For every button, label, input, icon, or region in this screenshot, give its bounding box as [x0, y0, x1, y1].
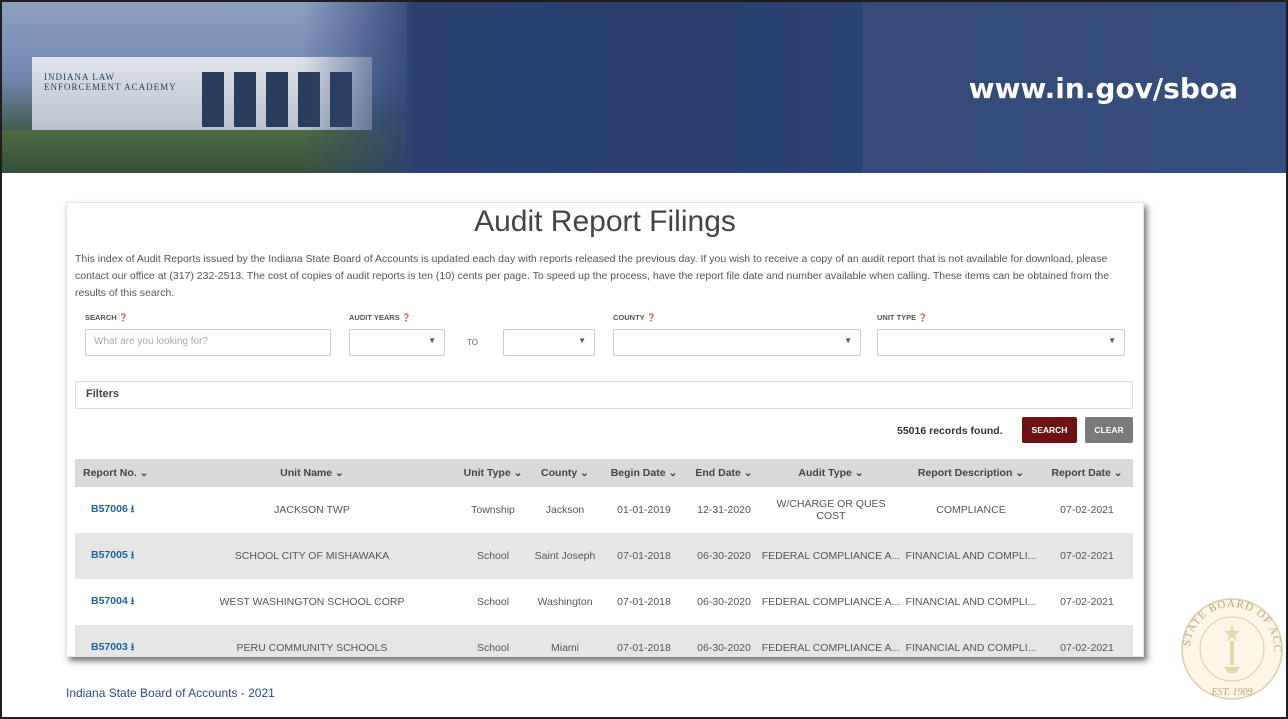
- table-row: B57005 ⭳ SCHOOL CITY OF MISHAWAKA School …: [75, 533, 1133, 579]
- report-link[interactable]: B57004 ⭳: [75, 579, 167, 625]
- results-table: Report No. ⌄ Unit Name ⌄ Unit Type ⌄ Cou…: [75, 459, 1133, 656]
- intro-text: This index of Audit Reports issued by th…: [75, 253, 1110, 299]
- state-board-seal: STATE BOARD OF ACCOUNTS EST. 1909: [1172, 587, 1283, 700]
- county-label: COUNTY ❓: [613, 313, 656, 322]
- col-county[interactable]: County ⌄: [529, 459, 601, 487]
- table-row: B57006 ⭳ JACKSON TWP Township Jackson 01-…: [75, 487, 1133, 533]
- search-button[interactable]: SEARCH: [1022, 417, 1077, 443]
- help-icon: ❓: [918, 313, 928, 322]
- filters-panel[interactable]: Filters: [75, 381, 1133, 409]
- audit-years-label: AUDIT YEARS ❓: [349, 313, 412, 322]
- chevron-down-icon: ▼: [1108, 336, 1116, 345]
- download-icon[interactable]: ⭳: [131, 550, 135, 561]
- audit-year-to-select[interactable]: ▼: [503, 329, 595, 356]
- page-title: Audit Report Filings: [474, 205, 736, 238]
- table-header-row: Report No. ⌄ Unit Name ⌄ Unit Type ⌄ Cou…: [75, 459, 1133, 487]
- county-select[interactable]: ▼: [613, 329, 861, 356]
- col-unit-name[interactable]: Unit Name ⌄: [167, 459, 457, 487]
- chevron-down-icon: ▼: [428, 336, 436, 345]
- unit-type-select[interactable]: ▼: [877, 329, 1125, 356]
- help-icon: ❓: [646, 313, 656, 322]
- report-link[interactable]: B57006 ⭳: [75, 487, 167, 533]
- header-banner: INDIANA LAW ENFORCEMENT ACADEMY www.in.g…: [2, 2, 1286, 173]
- col-report-date[interactable]: Report Date ⌄: [1041, 459, 1133, 487]
- search-input[interactable]: What are you looking for?: [85, 329, 331, 356]
- download-icon[interactable]: ⭳: [131, 642, 135, 653]
- audit-report-screenshot: Audit Report Filings This index of Audit…: [66, 202, 1144, 657]
- records-count: 55016 records found.: [897, 425, 1003, 437]
- report-link[interactable]: B57003 ⭳: [75, 625, 167, 656]
- download-icon[interactable]: ⭳: [131, 504, 135, 515]
- clear-button[interactable]: CLEAR: [1085, 417, 1133, 443]
- svg-text:EST. 1909: EST. 1909: [1211, 687, 1253, 698]
- website-url: www.in.gov/sboa: [968, 72, 1238, 105]
- report-link[interactable]: B57005 ⭳: [75, 533, 167, 579]
- download-icon[interactable]: ⭳: [131, 596, 135, 607]
- table-row: B57003 ⭳ PERU COMMUNITY SCHOOLS School Mi…: [75, 625, 1133, 656]
- slide: INDIANA LAW ENFORCEMENT ACADEMY www.in.g…: [0, 0, 1288, 719]
- col-report-no[interactable]: Report No. ⌄: [75, 459, 167, 487]
- chevron-down-icon: ▼: [844, 336, 852, 345]
- col-begin-date[interactable]: Begin Date ⌄: [601, 459, 687, 487]
- audit-year-from-select[interactable]: ▼: [349, 329, 445, 356]
- col-end-date[interactable]: End Date ⌄: [687, 459, 761, 487]
- chevron-down-icon: ▼: [578, 336, 586, 345]
- col-report-description[interactable]: Report Description ⌄: [901, 459, 1041, 487]
- unit-type-label: UNIT TYPE ❓: [877, 313, 928, 322]
- footer-text: Indiana State Board of Accounts - 2021: [66, 686, 275, 700]
- help-icon: ❓: [401, 313, 412, 322]
- search-label: SEARCH ❓: [85, 313, 129, 322]
- to-label: TO: [467, 338, 478, 347]
- help-icon: ❓: [118, 313, 129, 322]
- col-unit-type[interactable]: Unit Type ⌄: [457, 459, 529, 487]
- col-audit-type[interactable]: Audit Type ⌄: [761, 459, 901, 487]
- table-row: B57004 ⭳ WEST WASHINGTON SCHOOL CORP Scho…: [75, 579, 1133, 625]
- building-sign: INDIANA LAW ENFORCEMENT ACADEMY: [44, 72, 177, 92]
